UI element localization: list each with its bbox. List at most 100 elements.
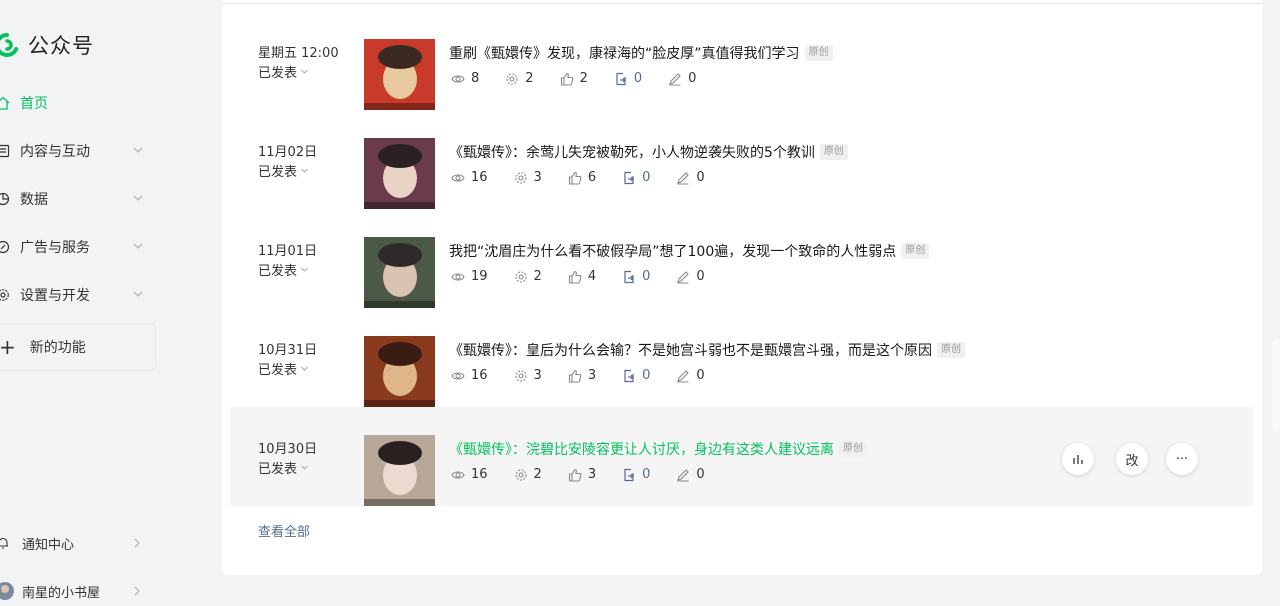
- article-title-text: 《甄嬛传》：浣碧比安陵容更让人讨厌，身边有这类人建议远离: [449, 442, 834, 458]
- comments-stat: 0: [676, 467, 705, 482]
- likes-stat: 4: [568, 269, 596, 284]
- original-badge: 原创: [804, 45, 833, 61]
- publish-status[interactable]: 已发表: [258, 62, 309, 81]
- status-label: 已发表: [258, 66, 298, 81]
- eye-icon: [451, 74, 465, 83]
- sidebar-item-label: 数据: [20, 192, 48, 208]
- publish-status[interactable]: 已发表: [258, 458, 309, 477]
- data-icon: [0, 192, 10, 206]
- article-thumbnail[interactable]: [364, 336, 435, 407]
- publish-status[interactable]: 已发表: [258, 260, 309, 279]
- avatar: [0, 582, 14, 600]
- likes-count: 3: [587, 368, 597, 383]
- more-button[interactable]: ···: [1166, 443, 1198, 475]
- pencil-icon: [677, 468, 690, 482]
- forwards-stat[interactable]: 0: [614, 71, 642, 86]
- sidebar-item-settings[interactable]: 设置与开发: [0, 275, 156, 315]
- thumbnail-image: [364, 39, 435, 110]
- status-label: 已发表: [258, 462, 298, 477]
- eye-icon: [451, 272, 465, 281]
- stats-button[interactable]: [1062, 443, 1094, 475]
- article-title[interactable]: 《甄嬛传》：皇后为什么会输？不是她宫斗弱也不是甄嬛宫斗强，而是这个原因 原创: [449, 340, 965, 360]
- original-badge: 原创: [839, 441, 867, 457]
- article-title[interactable]: 重刷《甄嬛传》发现，康禄海的“脸皮厚”真值得我们学习 原创: [449, 43, 833, 63]
- sidebar-item-ads[interactable]: 广告与服务: [0, 227, 156, 267]
- sidebar: 公众号 首页 内容与互动 数据 广告与服务 设置与开发 + 新的功能 通知中心 …: [0, 0, 222, 606]
- sidebar-item-label: 设置与开发: [20, 288, 90, 304]
- forwards-stat[interactable]: 0: [622, 467, 650, 482]
- status-label: 已发表: [258, 363, 298, 378]
- comments-stat: 0: [668, 71, 696, 86]
- article-row[interactable]: 11月02日 已发表 《甄嬛传》：余莺儿失宠被勒死，小人物逆袭失败的5个教训 原…: [230, 110, 1254, 209]
- views-stat: 19: [451, 269, 488, 284]
- article-row[interactable]: 11月01日 已发表 我把“沈眉庄为什么看不破假孕局”想了100遍，发现一个致命…: [230, 209, 1254, 308]
- shares-stat: 3: [514, 368, 542, 383]
- thumbnail-image: [364, 138, 435, 209]
- forward-icon: [624, 171, 634, 184]
- forward-icon: [624, 369, 634, 382]
- shares-count: 3: [533, 170, 542, 185]
- view-all-link[interactable]: 查看全部: [258, 521, 310, 540]
- status-label: 已发表: [258, 264, 298, 279]
- article-title[interactable]: 《甄嬛传》：浣碧比安陵容更让人讨厌，身边有这类人建议远离 原创: [449, 439, 867, 459]
- publish-status[interactable]: 已发表: [258, 161, 309, 180]
- account-menu[interactable]: 南星的小书屋: [0, 579, 150, 603]
- publish-status[interactable]: 已发表: [258, 359, 309, 378]
- article-title[interactable]: 我把“沈眉庄为什么看不破假孕局”想了100遍，发现一个致命的人性弱点 原创: [449, 241, 930, 261]
- views-stat: 16: [451, 170, 488, 185]
- share-gear-icon: [514, 171, 527, 184]
- new-feature-button[interactable]: + 新的功能: [0, 323, 156, 371]
- chevron-down-icon: [301, 168, 308, 173]
- likes-stat: 6: [568, 170, 596, 185]
- article-thumbnail[interactable]: [364, 138, 435, 209]
- sidebar-item-data[interactable]: 数据: [0, 179, 156, 219]
- article-thumbnail[interactable]: [364, 39, 435, 110]
- article-title-text: 《甄嬛传》：皇后为什么会输？不是她宫斗弱也不是甄嬛宫斗强，而是这个原因: [449, 343, 932, 359]
- forwards-stat[interactable]: 0: [622, 368, 650, 383]
- edit-button[interactable]: 改: [1116, 443, 1148, 475]
- article-row[interactable]: 10月30日 已发表 《甄嬛传》：浣碧比安陵容更让人讨厌，身边有这类人建议远离 …: [230, 407, 1254, 506]
- share-gear-icon: [506, 72, 518, 85]
- chevron-right-icon: [134, 538, 140, 548]
- article-stats: 19 2 4 0 0: [451, 269, 731, 284]
- forwards-stat[interactable]: 0: [622, 269, 650, 284]
- chevron-right-icon: [134, 586, 140, 596]
- shares-stat: 3: [514, 170, 542, 185]
- pencil-icon: [677, 369, 690, 383]
- views-count: 16: [471, 170, 488, 185]
- publish-date: 星期五 12:00: [258, 46, 339, 61]
- chevron-down-icon: [301, 366, 308, 371]
- article-list-card: 星期五 12:00 已发表 重刷《甄嬛传》发现，康禄海的“脸皮厚”真值得我们学习…: [222, 0, 1262, 575]
- article-title-text: 重刷《甄嬛传》发现，康禄海的“脸皮厚”真值得我们学习: [449, 46, 800, 62]
- article-stats: 8 2 2 0 0: [451, 71, 722, 86]
- chevron-down-icon: [301, 69, 308, 74]
- chevron-down-icon: [301, 267, 308, 272]
- article-thumbnail[interactable]: [364, 435, 435, 506]
- eye-icon: [451, 470, 465, 479]
- article-row[interactable]: 10月31日 已发表 《甄嬛传》：皇后为什么会输？不是她宫斗弱也不是甄嬛宫斗强，…: [230, 308, 1254, 407]
- forwards-stat[interactable]: 0: [622, 170, 650, 185]
- ads-icon: [0, 240, 10, 254]
- account-name: 南星的小书屋: [22, 585, 101, 601]
- sidebar-item-home[interactable]: 首页: [0, 83, 156, 123]
- article-thumbnail[interactable]: [364, 237, 435, 308]
- forwards-count: 0: [642, 269, 651, 284]
- article-stats: 16 3 3 0 0: [451, 368, 731, 383]
- article-row[interactable]: 星期五 12:00 已发表 重刷《甄嬛传》发现，康禄海的“脸皮厚”真值得我们学习…: [230, 11, 1254, 110]
- content-icon: [0, 144, 10, 158]
- thumbs-up-icon: [568, 171, 582, 185]
- eye-icon: [451, 371, 465, 380]
- thumbs-up-icon: [568, 369, 582, 383]
- logo[interactable]: 公众号: [0, 30, 94, 60]
- chevron-down-icon: [133, 195, 143, 201]
- article-title[interactable]: 《甄嬛传》：余莺儿失宠被勒死，小人物逆袭失败的5个教训 原创: [449, 142, 848, 162]
- forwards-count: 0: [633, 71, 643, 86]
- likes-count: 3: [587, 467, 597, 482]
- forwards-count: 0: [642, 368, 651, 383]
- notification-center[interactable]: 通知中心: [0, 531, 150, 555]
- sidebar-item-content[interactable]: 内容与互动: [0, 131, 156, 171]
- chevron-down-icon: [133, 243, 143, 249]
- article-stats: 16 2 3 0 0: [451, 467, 731, 482]
- shares-count: 3: [533, 368, 542, 383]
- chevron-down-icon: [133, 147, 143, 153]
